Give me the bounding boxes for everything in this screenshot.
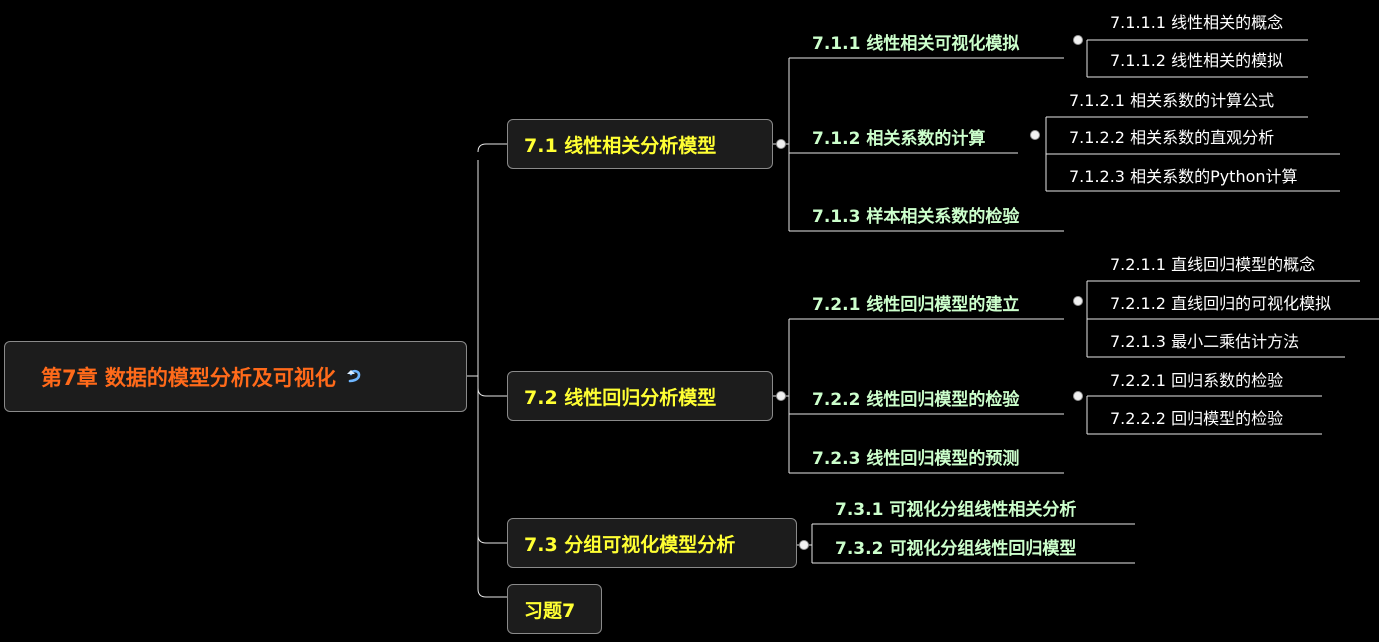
subtopic-7-3-1[interactable]: 7.3.1 可视化分组线性相关分析	[835, 495, 1076, 520]
leaf-7-1-2-1[interactable]: 7.1.2.1 相关系数的计算公式	[1069, 87, 1274, 111]
topic-label: 7.3 分组可视化模型分析	[524, 533, 736, 556]
leaf-7-2-1-3[interactable]: 7.2.1.3 最小二乘估计方法	[1110, 328, 1299, 352]
topic-7-1[interactable]: 7.1 线性相关分析模型	[507, 119, 773, 169]
root-topic-label: 第7章 数据的模型分析及可视化	[41, 365, 336, 390]
collapse-toggle-7-1-1[interactable]	[1073, 35, 1083, 45]
leaf-7-2-1-2[interactable]: 7.2.1.2 直线回归的可视化模拟	[1110, 290, 1331, 314]
leaf-7-2-2-1[interactable]: 7.2.2.1 回归系数的检验	[1110, 367, 1283, 391]
collapse-toggle-7-2[interactable]	[776, 391, 786, 401]
topic-label: 习题7	[524, 599, 576, 622]
subtopic-7-2-3[interactable]: 7.2.3 线性回归模型的预测	[812, 444, 1019, 469]
u-turn-arrow-icon[interactable]	[346, 368, 364, 386]
topic-7-3[interactable]: 7.3 分组可视化模型分析	[507, 518, 797, 568]
leaf-7-2-2-2[interactable]: 7.2.2.2 回归模型的检验	[1110, 405, 1283, 429]
topic-label: 7.2 线性回归分析模型	[524, 386, 717, 409]
subtopic-7-2-1[interactable]: 7.2.1 线性回归模型的建立	[812, 290, 1019, 315]
subtopic-7-1-1[interactable]: 7.1.1 线性相关可视化模拟	[812, 29, 1019, 54]
subtopic-7-3-2[interactable]: 7.3.2 可视化分组线性回归模型	[835, 534, 1076, 559]
leaf-7-1-1-2[interactable]: 7.1.1.2 线性相关的模拟	[1110, 47, 1283, 71]
collapse-toggle-7-3[interactable]	[799, 540, 809, 550]
subtopic-7-2-2[interactable]: 7.2.2 线性回归模型的检验	[812, 385, 1019, 410]
subtopic-7-1-3[interactable]: 7.1.3 样本相关系数的检验	[812, 202, 1019, 227]
collapse-toggle-7-2-2[interactable]	[1073, 391, 1083, 401]
root-topic[interactable]: 第7章 数据的模型分析及可视化	[4, 341, 467, 412]
leaf-7-2-1-1[interactable]: 7.2.1.1 直线回归模型的概念	[1110, 251, 1315, 275]
collapse-toggle-7-1-2[interactable]	[1030, 130, 1040, 140]
leaf-7-1-2-3[interactable]: 7.1.2.3 相关系数的Python计算	[1069, 163, 1298, 187]
leaf-7-1-1-1[interactable]: 7.1.1.1 线性相关的概念	[1110, 9, 1283, 33]
topic-exercise-7[interactable]: 习题7	[507, 584, 602, 634]
collapse-toggle-7-2-1[interactable]	[1073, 296, 1083, 306]
topic-label: 7.1 线性相关分析模型	[524, 134, 717, 157]
leaf-7-1-2-2[interactable]: 7.1.2.2 相关系数的直观分析	[1069, 124, 1274, 148]
subtopic-7-1-2[interactable]: 7.1.2 相关系数的计算	[812, 124, 985, 149]
collapse-toggle-7-1[interactable]	[776, 139, 786, 149]
topic-7-2[interactable]: 7.2 线性回归分析模型	[507, 371, 773, 421]
